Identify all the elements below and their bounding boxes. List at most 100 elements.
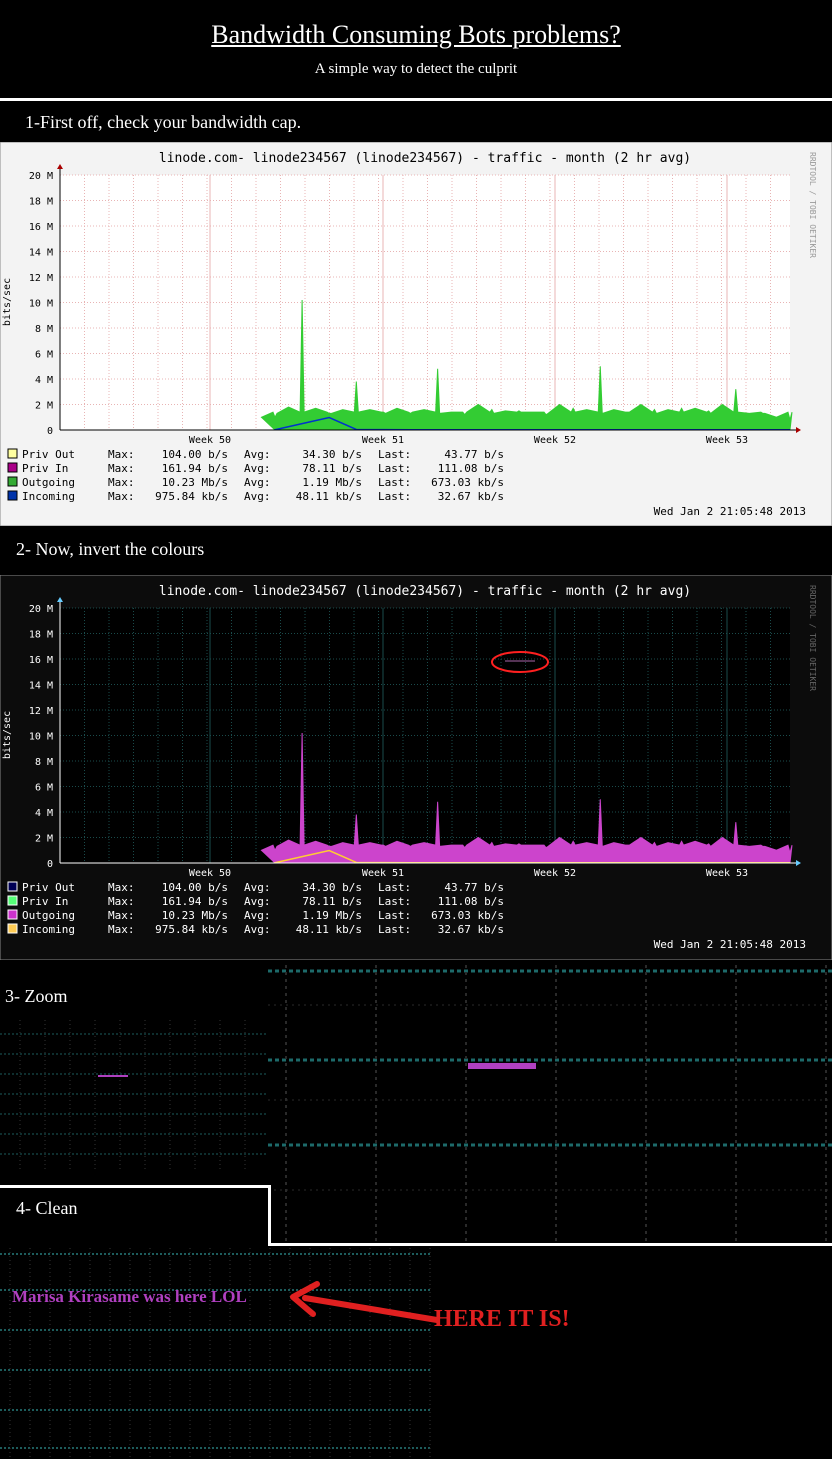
legend-max-value: 104.00 b/s <box>162 881 228 894</box>
y-tick-label: 2 M <box>35 401 53 412</box>
legend-avg-label: Avg: <box>244 909 271 922</box>
legend-avg-value: 48.11 kb/s <box>296 490 362 503</box>
legend-name: Incoming <box>22 490 75 503</box>
y-tick-label: 6 M <box>35 350 53 361</box>
callout-text: HERE IT IS! <box>434 1306 570 1332</box>
y-axis-label: bits/sec <box>2 278 13 326</box>
legend-avg-label: Avg: <box>244 923 271 936</box>
y-tick-label: 14 M <box>29 681 53 692</box>
traffic-chart-inverted: linode.com- linode234567 (linode234567) … <box>0 575 832 960</box>
legend-max-value: 104.00 b/s <box>162 448 228 461</box>
chart-title: linode.com- linode234567 (linode234567) … <box>159 584 691 599</box>
legend-avg-value: 48.11 kb/s <box>296 923 362 936</box>
y-tick-label: 2 M <box>35 834 53 845</box>
legend-avg-value: 78.11 b/s <box>302 462 362 475</box>
legend-max-value: 975.84 kb/s <box>155 490 228 503</box>
x-tick-label: Week 50 <box>189 435 231 446</box>
x-tick-label: Week 52 <box>534 435 576 446</box>
legend-avg-label: Avg: <box>244 490 271 503</box>
y-tick-label: 18 M <box>29 197 53 208</box>
legend-avg-label: Avg: <box>244 476 271 489</box>
legend-max-label: Max: <box>108 895 135 908</box>
x-tick-label: Week 50 <box>189 868 231 879</box>
y-tick-label: 10 M <box>29 732 53 743</box>
legend-last-label: Last: <box>378 448 411 461</box>
legend-max-label: Max: <box>108 476 135 489</box>
y-tick-label: 12 M <box>29 706 53 717</box>
zoom-detail-frame <box>268 965 832 1246</box>
legend-max-value: 10.23 Mb/s <box>162 909 228 922</box>
legend-last-label: Last: <box>378 923 411 936</box>
legend-last-value: 43.77 b/s <box>444 448 504 461</box>
x-tick-label: Week 51 <box>362 868 404 879</box>
y-tick-label: 0 <box>47 426 53 437</box>
legend-swatch <box>7 448 18 459</box>
legend-last-label: Last: <box>378 490 411 503</box>
legend-name: Priv In <box>22 462 68 475</box>
legend-avg-value: 78.11 b/s <box>302 895 362 908</box>
legend-swatch <box>7 909 18 920</box>
legend-swatch <box>7 895 18 906</box>
legend-avg-value: 1.19 Mb/s <box>302 476 362 489</box>
y-tick-label: 20 M <box>29 604 53 615</box>
y-tick-label: 0 <box>47 859 53 870</box>
hidden-message: Marisa Kirasame was here LOL <box>12 1287 247 1306</box>
divider <box>0 98 832 101</box>
legend-swatch <box>7 923 18 934</box>
page-title: Bandwidth Consuming Bots problems? <box>211 20 621 49</box>
legend-last-value: 673.03 kb/s <box>431 476 504 489</box>
arrow-icon <box>290 1281 440 1323</box>
legend-swatch <box>7 476 18 487</box>
legend-avg-label: Avg: <box>244 881 271 894</box>
y-tick-label: 20 M <box>29 171 53 182</box>
legend-max-value: 161.94 b/s <box>162 895 228 908</box>
y-tick-label: 12 M <box>29 273 53 284</box>
zoom-preview <box>0 1020 275 1170</box>
y-tick-label: 14 M <box>29 248 53 259</box>
legend-name: Priv Out <box>22 448 75 461</box>
legend-last-label: Last: <box>378 881 411 894</box>
legend-last-value: 43.77 b/s <box>444 881 504 894</box>
chart-timestamp: Wed Jan 2 21:05:48 2013 <box>654 505 806 518</box>
legend-avg-label: Avg: <box>244 895 271 908</box>
legend-last-value: 673.03 kb/s <box>431 909 504 922</box>
y-tick-label: 4 M <box>35 375 53 386</box>
legend-max-label: Max: <box>108 490 135 503</box>
legend-name: Priv In <box>22 895 68 908</box>
legend-max-label: Max: <box>108 881 135 894</box>
x-tick-label: Week 53 <box>706 435 748 446</box>
plot-area <box>60 608 790 863</box>
legend-last-label: Last: <box>378 476 411 489</box>
x-tick-label: Week 52 <box>534 868 576 879</box>
hidden-trace-zoomed <box>468 1063 536 1069</box>
y-tick-label: 6 M <box>35 783 53 794</box>
y-tick-label: 8 M <box>35 324 53 335</box>
legend-max-value: 10.23 Mb/s <box>162 476 228 489</box>
y-tick-label: 16 M <box>29 655 53 666</box>
legend-last-label: Last: <box>378 895 411 908</box>
legend-max-label: Max: <box>108 923 135 936</box>
plot-area <box>60 175 790 430</box>
legend-avg-value: 1.19 Mb/s <box>302 909 362 922</box>
legend-max-label: Max: <box>108 448 135 461</box>
legend-name: Outgoing <box>22 476 75 489</box>
step-2-label: 2- Now, invert the colours <box>16 539 205 559</box>
chart-watermark: RRDTOOL / TOBI OETIKER <box>808 585 817 691</box>
y-tick-label: 8 M <box>35 757 53 768</box>
legend-last-value: 111.08 b/s <box>438 895 504 908</box>
legend-last-value: 32.67 kb/s <box>438 490 504 503</box>
step-4-label: 4- Clean <box>16 1198 78 1218</box>
legend-last-value: 32.67 kb/s <box>438 923 504 936</box>
y-tick-label: 18 M <box>29 630 53 641</box>
traffic-chart-original: linode.com- linode234567 (linode234567) … <box>0 142 832 526</box>
chart-timestamp: Wed Jan 2 21:05:48 2013 <box>654 938 806 951</box>
y-tick-label: 4 M <box>35 808 53 819</box>
legend-max-label: Max: <box>108 462 135 475</box>
legend-max-label: Max: <box>108 909 135 922</box>
step-4-frame: 4- Clean <box>0 1185 271 1243</box>
legend-avg-value: 34.30 b/s <box>302 448 362 461</box>
legend-swatch <box>7 462 18 473</box>
legend-avg-value: 34.30 b/s <box>302 881 362 894</box>
chart-panel-original: linode.com- linode234567 (linode234567) … <box>0 142 832 526</box>
legend-name: Outgoing <box>22 909 75 922</box>
